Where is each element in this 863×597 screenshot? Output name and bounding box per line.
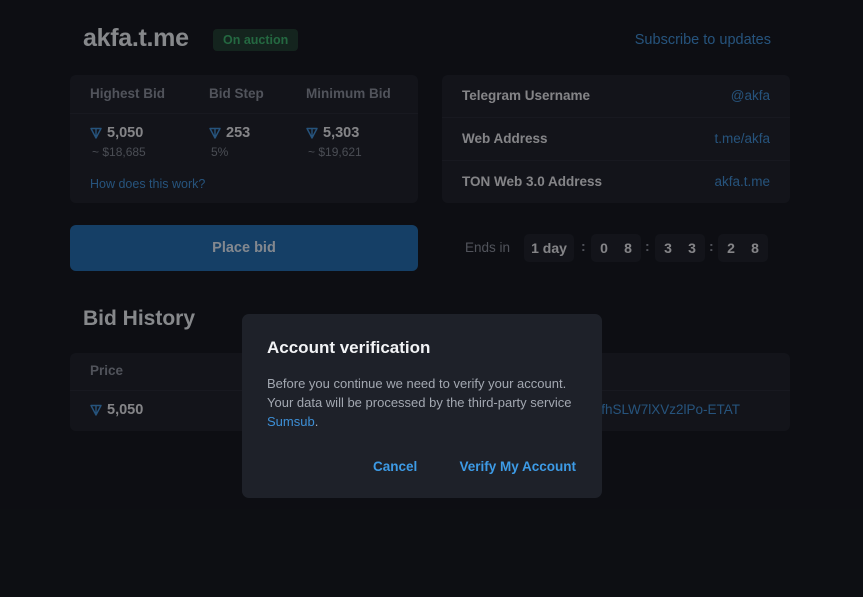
dialog-message-text: Before you continue we need to verify yo… bbox=[267, 376, 572, 410]
modal-backdrop[interactable] bbox=[0, 0, 863, 597]
sumsub-link[interactable]: Sumsub bbox=[267, 414, 315, 429]
dialog-message: Before you continue we need to verify yo… bbox=[267, 374, 577, 431]
dialog-message-end: . bbox=[314, 414, 319, 429]
dialog-title: Account verification bbox=[267, 338, 431, 357]
cancel-button[interactable]: Cancel bbox=[373, 459, 417, 474]
account-verification-dialog: Account verification Before you continue… bbox=[242, 314, 602, 498]
verify-account-button[interactable]: Verify My Account bbox=[459, 459, 576, 474]
auction-page: akfa.t.me On auction Subscribe to update… bbox=[0, 0, 863, 597]
